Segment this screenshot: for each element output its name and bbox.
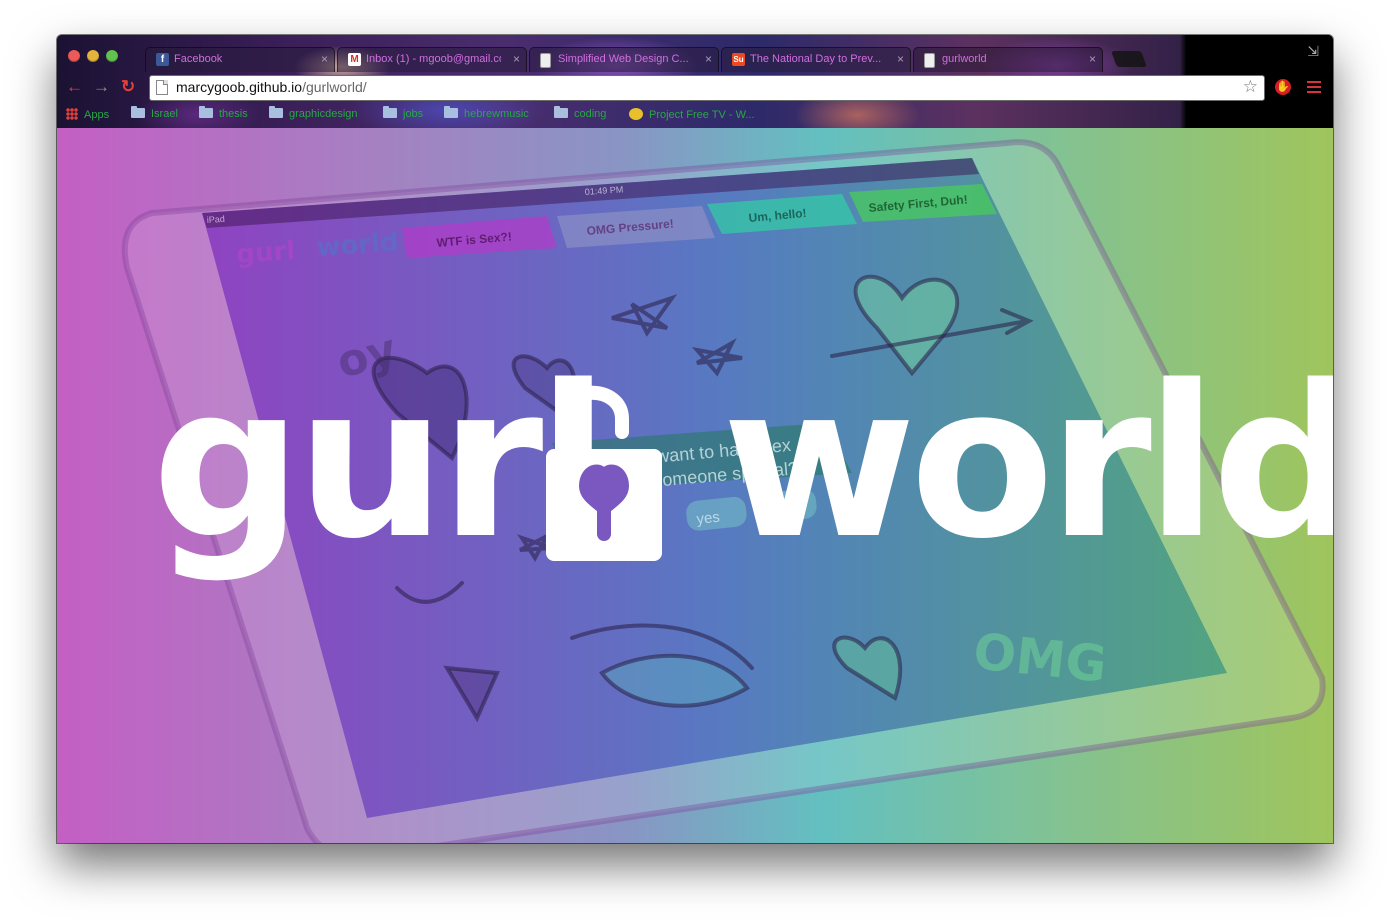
bookmark-jobs[interactable]: jobs bbox=[383, 106, 424, 120]
folder-icon bbox=[269, 106, 283, 118]
user-profile-icon[interactable]: ⇲ bbox=[1307, 43, 1319, 60]
url-host: marcygoob.github.io bbox=[176, 79, 303, 95]
tab-label: Simplified Web Design C... bbox=[558, 53, 689, 65]
window-controls bbox=[68, 50, 118, 62]
bookmark-hebrewmusic[interactable]: hebrewmusic bbox=[444, 106, 529, 120]
bookmark-label: thesis bbox=[219, 108, 248, 120]
tablet-yes-label: yes bbox=[696, 509, 721, 528]
page-icon bbox=[924, 53, 935, 68]
url-path: /gurlworld/ bbox=[302, 79, 367, 95]
gmail-icon: M bbox=[348, 53, 361, 66]
browser-window: f Facebook × M Inbox (1) - mgoob@gmail.c… bbox=[57, 35, 1333, 843]
tablet-logo-right: world bbox=[315, 227, 399, 263]
tab-national-day[interactable]: Su The National Day to Prev... × bbox=[721, 47, 911, 72]
folder-icon bbox=[199, 106, 213, 118]
tab-label: Inbox (1) - mgoob@gmail.com bbox=[366, 53, 501, 65]
tab-label: Facebook bbox=[174, 53, 223, 65]
bookmark-coding[interactable]: coding bbox=[554, 106, 607, 120]
stumbleupon-icon: Su bbox=[732, 53, 745, 66]
back-arrow-icon[interactable]: ← bbox=[66, 78, 83, 96]
forward-arrow-icon[interactable]: → bbox=[93, 78, 110, 96]
bookmark-thesis[interactable]: thesis bbox=[199, 106, 248, 120]
page-content: iPad 01:49 PM WTF is Sex?! OMG Pressure!… bbox=[57, 128, 1333, 843]
folder-icon bbox=[444, 106, 458, 118]
address-url[interactable]: marcygoob.github.io/gurlworld/ bbox=[176, 79, 367, 95]
apps-grid-icon bbox=[66, 108, 78, 120]
bookmark-label: Apps bbox=[84, 109, 110, 121]
tab-facebook[interactable]: f Facebook × bbox=[145, 47, 335, 72]
bookmark-label: coding bbox=[574, 108, 607, 120]
hero-logo-left: gurl bbox=[152, 340, 609, 585]
bookmark-apps[interactable]: Apps bbox=[66, 108, 109, 121]
facebook-icon: f bbox=[156, 53, 169, 66]
bookmark-project-free-tv[interactable]: Project Free TV - W... bbox=[629, 108, 755, 121]
hero-logo-right: world bbox=[722, 340, 1333, 585]
tab-label: gurlworld bbox=[942, 53, 987, 65]
bookmark-israel[interactable]: Israel bbox=[131, 106, 178, 120]
new-tab-button[interactable] bbox=[1111, 51, 1147, 67]
tablet-logo-left: gurl bbox=[235, 236, 296, 270]
maximize-window-button[interactable] bbox=[106, 50, 118, 62]
bookmark-label: graphicdesign bbox=[289, 108, 358, 120]
tab-gmail[interactable]: M Inbox (1) - mgoob@gmail.com × bbox=[337, 47, 527, 72]
page-icon bbox=[540, 53, 551, 68]
browser-toolbar: ← → ↻ marcygoob.github.io/gurlworld/ ☆ ✋ bbox=[57, 72, 1333, 104]
bookmark-label: hebrewmusic bbox=[464, 108, 529, 120]
bookmark-graphicdesign[interactable]: graphicdesign bbox=[269, 106, 358, 120]
bookmark-label: Israel bbox=[151, 108, 178, 120]
folder-icon bbox=[131, 106, 145, 118]
bookmark-label: jobs bbox=[403, 108, 424, 120]
unlocked-padlock-icon bbox=[546, 385, 662, 561]
tab-web-design[interactable]: Simplified Web Design C... × bbox=[529, 47, 719, 72]
tablet-status-ipad: iPad bbox=[206, 214, 225, 225]
bookmark-label: Project Free TV - W... bbox=[649, 109, 755, 121]
tab-gurlworld[interactable]: gurlworld × bbox=[913, 47, 1103, 72]
folder-icon bbox=[383, 106, 397, 118]
close-icon[interactable]: × bbox=[321, 52, 328, 66]
page-info-icon[interactable] bbox=[156, 80, 168, 95]
reload-icon[interactable]: ↻ bbox=[121, 78, 135, 96]
bookmark-star-icon[interactable]: ☆ bbox=[1243, 77, 1258, 97]
tab-label: The National Day to Prev... bbox=[750, 53, 882, 65]
project-free-tv-icon bbox=[629, 108, 643, 120]
bookmarks-bar: Apps Israel thesis graphicdesign jobs he… bbox=[57, 106, 1333, 126]
close-icon[interactable]: × bbox=[897, 52, 904, 66]
close-icon[interactable]: × bbox=[1089, 52, 1096, 66]
browser-chrome: f Facebook × M Inbox (1) - mgoob@gmail.c… bbox=[57, 35, 1333, 128]
close-icon[interactable]: × bbox=[705, 52, 712, 66]
minimize-window-button[interactable] bbox=[87, 50, 99, 62]
chrome-menu-icon[interactable] bbox=[1307, 81, 1321, 93]
folder-icon bbox=[554, 106, 568, 118]
adblock-extension-icon[interactable]: ✋ bbox=[1275, 79, 1291, 95]
close-icon[interactable]: × bbox=[513, 52, 520, 66]
close-window-button[interactable] bbox=[68, 50, 80, 62]
address-bar[interactable]: marcygoob.github.io/gurlworld/ ☆ bbox=[149, 75, 1265, 101]
